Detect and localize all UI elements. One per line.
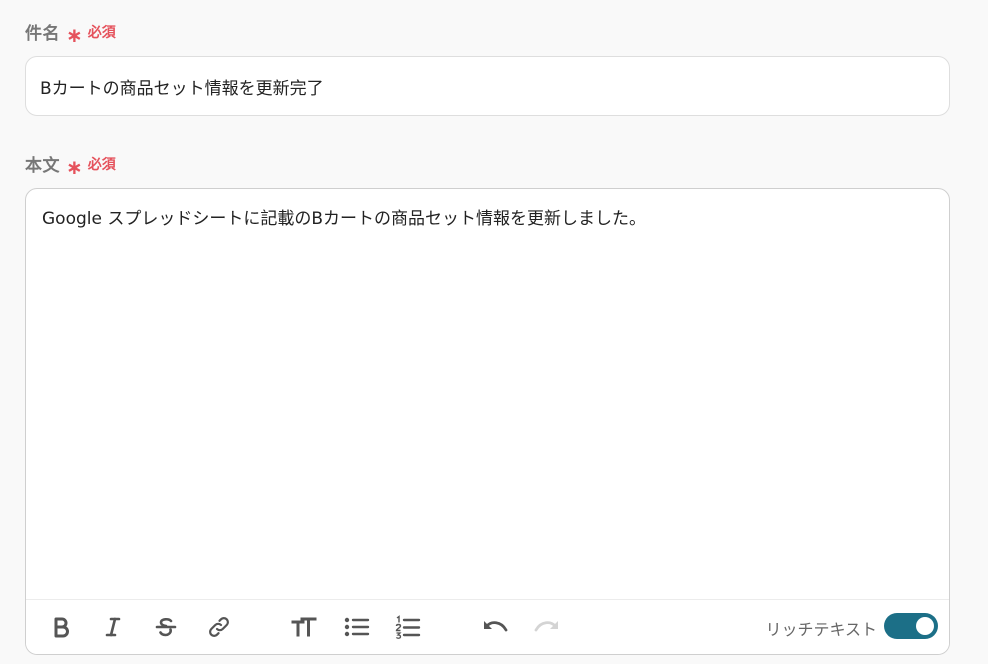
bullet-list-icon [344, 617, 370, 637]
bold-icon [54, 617, 69, 638]
subject-input[interactable]: Bカートの商品セット情報を更新完了 [25, 56, 950, 116]
link-button[interactable] [204, 612, 234, 642]
undo-icon [484, 621, 508, 632]
rich-text-toggle[interactable] [884, 613, 938, 639]
body-label: 本文 [25, 156, 60, 176]
undo-button[interactable] [480, 612, 510, 642]
strikethrough-icon [155, 618, 177, 637]
body-required-badge: 必須 [87, 156, 116, 173]
redo-icon [534, 621, 558, 632]
required-asterisk-icon: ∗ [66, 22, 83, 47]
body-editor-content[interactable]: Google スプレッドシートに記載のBカートの商品セット情報を更新しました。 [42, 206, 933, 232]
subject-label-row: 件名 ∗ 必須 [25, 19, 116, 47]
bullet-list-button[interactable] [342, 612, 372, 642]
numbered-list-icon [395, 615, 421, 639]
toggle-knob [916, 617, 934, 635]
italic-button[interactable] [98, 612, 128, 642]
link-icon [209, 617, 229, 637]
numbered-list-button[interactable] [393, 612, 423, 642]
redo-button[interactable] [532, 612, 562, 642]
body-label-row: 本文 ∗ 必須 [25, 151, 116, 179]
bold-button[interactable] [46, 612, 76, 642]
editor-toolbar: リッチテキスト [26, 599, 949, 654]
strikethrough-button[interactable] [151, 612, 181, 642]
subject-input-value: Bカートの商品セット情報を更新完了 [40, 78, 324, 99]
text-size-button[interactable] [289, 612, 319, 642]
text-size-icon [291, 617, 317, 637]
italic-icon [105, 617, 121, 637]
required-asterisk-icon: ∗ [66, 154, 83, 179]
rich-text-label: リッチテキスト [765, 620, 877, 639]
body-editor[interactable]: Google スプレッドシートに記載のBカートの商品セット情報を更新しました。 [25, 188, 950, 655]
subject-required-badge: 必須 [87, 24, 116, 41]
subject-label: 件名 [25, 24, 60, 44]
